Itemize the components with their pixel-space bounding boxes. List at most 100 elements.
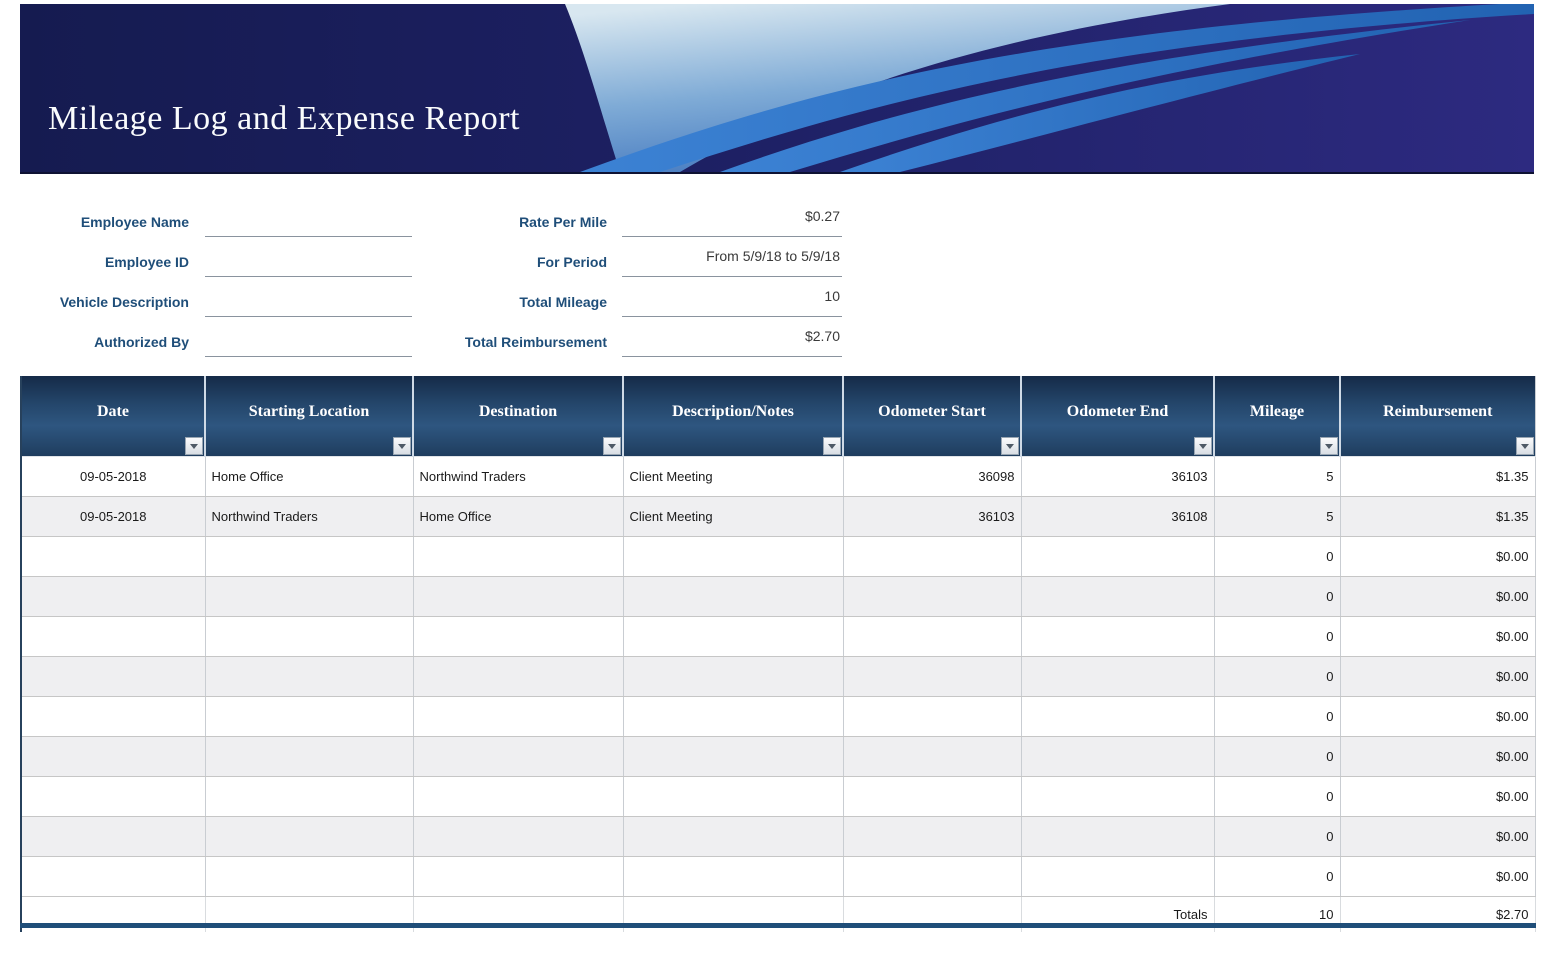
table-cell[interactable] [205,577,413,617]
table-cell[interactable] [843,777,1021,817]
table-cell[interactable] [21,537,205,577]
table-cell[interactable] [21,817,205,857]
table-cell[interactable] [623,657,843,697]
table-cell[interactable] [205,857,413,897]
table-cell[interactable]: $1.35 [1340,497,1535,537]
table-cell[interactable] [843,537,1021,577]
table-cell[interactable] [623,617,843,657]
filter-dropdown-button[interactable] [1001,437,1019,455]
authorized-by-field[interactable] [205,326,412,357]
table-cell[interactable]: Client Meeting [623,457,843,497]
table-cell[interactable] [205,537,413,577]
table-cell[interactable]: Home Office [413,497,623,537]
table-cell[interactable]: 36098 [843,457,1021,497]
filter-dropdown-button[interactable] [1320,437,1338,455]
table-cell[interactable]: $0.00 [1340,737,1535,777]
table-cell[interactable] [623,697,843,737]
rate-per-mile-field[interactable]: $0.27 [622,206,842,237]
table-cell[interactable]: 0 [1214,737,1340,777]
table-cell[interactable] [843,857,1021,897]
table-cell[interactable] [843,577,1021,617]
table-cell[interactable] [843,697,1021,737]
table-cell[interactable]: 0 [1214,617,1340,657]
table-cell[interactable] [413,737,623,777]
table-cell[interactable] [623,817,843,857]
table-cell[interactable] [1021,537,1214,577]
table-cell[interactable]: $0.00 [1340,657,1535,697]
table-cell[interactable] [205,697,413,737]
for-period-field[interactable]: From 5/9/18 to 5/9/18 [622,246,842,277]
filter-dropdown-button[interactable] [1516,437,1534,455]
table-cell[interactable] [205,657,413,697]
table-cell[interactable]: 0 [1214,777,1340,817]
table-cell[interactable]: $0.00 [1340,577,1535,617]
table-cell[interactable] [623,577,843,617]
table-cell[interactable]: $0.00 [1340,817,1535,857]
table-cell[interactable] [413,537,623,577]
table-cell[interactable]: 5 [1214,497,1340,537]
table-cell[interactable] [413,617,623,657]
table-cell[interactable]: 0 [1214,577,1340,617]
table-cell[interactable] [1021,577,1214,617]
table-cell[interactable] [413,657,623,697]
table-cell[interactable]: 0 [1214,817,1340,857]
table-cell[interactable] [413,777,623,817]
table-cell[interactable]: 0 [1214,537,1340,577]
table-cell[interactable]: Client Meeting [623,497,843,537]
table-cell[interactable]: $0.00 [1340,617,1535,657]
table-cell[interactable] [21,777,205,817]
table-cell[interactable]: 5 [1214,457,1340,497]
total-mileage-field[interactable]: 10 [622,286,842,317]
table-cell[interactable] [413,697,623,737]
table-cell[interactable] [1021,697,1214,737]
table-cell[interactable] [205,617,413,657]
table-cell[interactable]: $1.35 [1340,457,1535,497]
table-cell[interactable]: 36108 [1021,497,1214,537]
table-cell[interactable] [843,617,1021,657]
filter-dropdown-button[interactable] [1194,437,1212,455]
table-cell[interactable] [21,857,205,897]
table-cell[interactable] [1021,857,1214,897]
vehicle-description-field[interactable] [205,286,412,317]
table-cell[interactable]: 09-05-2018 [21,457,205,497]
table-cell[interactable] [21,577,205,617]
table-cell[interactable] [21,617,205,657]
table-cell[interactable] [623,537,843,577]
table-cell[interactable]: $0.00 [1340,537,1535,577]
table-cell[interactable]: $0.00 [1340,697,1535,737]
table-cell[interactable] [623,737,843,777]
table-cell[interactable] [1021,657,1214,697]
table-cell[interactable] [1021,777,1214,817]
table-cell[interactable] [205,777,413,817]
table-cell[interactable]: 09-05-2018 [21,497,205,537]
table-cell[interactable]: 0 [1214,697,1340,737]
table-cell[interactable] [413,577,623,617]
table-cell[interactable] [21,697,205,737]
table-cell[interactable]: 36103 [1021,457,1214,497]
table-cell[interactable]: $0.00 [1340,857,1535,897]
table-cell[interactable] [843,657,1021,697]
table-cell[interactable] [413,817,623,857]
table-cell[interactable] [1021,617,1214,657]
table-cell[interactable]: 36103 [843,497,1021,537]
table-cell[interactable] [413,857,623,897]
table-cell[interactable]: Home Office [205,457,413,497]
table-cell[interactable]: $0.00 [1340,777,1535,817]
table-cell[interactable] [21,737,205,777]
table-cell[interactable] [1021,737,1214,777]
filter-dropdown-button[interactable] [603,437,621,455]
table-cell[interactable] [623,777,843,817]
table-cell[interactable]: Northwind Traders [205,497,413,537]
filter-dropdown-button[interactable] [823,437,841,455]
table-cell[interactable]: 0 [1214,857,1340,897]
table-cell[interactable] [21,657,205,697]
employee-id-field[interactable] [205,246,412,277]
table-cell[interactable]: Northwind Traders [413,457,623,497]
table-cell[interactable] [843,737,1021,777]
table-cell[interactable] [1021,817,1214,857]
table-cell[interactable] [843,817,1021,857]
employee-name-field[interactable] [205,206,412,237]
table-cell[interactable] [623,857,843,897]
filter-dropdown-button[interactable] [185,437,203,455]
table-cell[interactable] [205,817,413,857]
